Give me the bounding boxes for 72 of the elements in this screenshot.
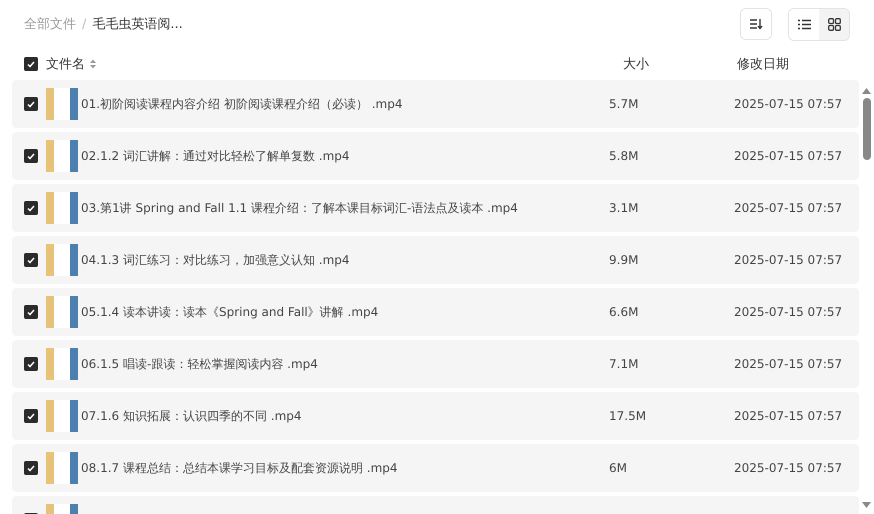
modified-date: 2025-07-15 07:57: [734, 409, 844, 423]
scrollbar-thumb[interactable]: [862, 98, 870, 160]
scroll-up-icon[interactable]: [862, 88, 871, 94]
file-name: 03.第1讲 Spring and Fall 1.1 课程介绍：了解本课目标词汇-语法点及读本 .mp4: [81, 200, 519, 216]
file-name: 06.1.5 唱读-跟读：轻松掌握阅读内容 .mp4: [81, 356, 319, 372]
file-size: 6.6M: [609, 305, 640, 319]
file-name: 04.1.3 词汇练习：对比练习，加强意义认知 .mp4: [81, 252, 351, 268]
column-header[interactable]: 修改日期: [737, 55, 849, 73]
grid-icon: [828, 18, 840, 30]
file-size: 3.1M: [609, 201, 640, 215]
modified-date: 2025-07-15 07:57: [734, 461, 844, 475]
file-row[interactable]: 07.1.6 知识拓展：认识四季的不同 .mp4 17.5M 2025-07-15 07:57: [12, 392, 859, 440]
video-thumbnail-placeholder: [46, 244, 78, 276]
video-thumbnail-placeholder: [46, 400, 78, 432]
video-thumbnail-placeholder: [46, 452, 78, 484]
check-icon: [27, 412, 35, 420]
file-name: 05.1.4 读本讲读：读本《Spring and Fall》讲解 .mp4: [81, 304, 380, 320]
video-thumbnail-placeholder: [46, 192, 78, 224]
check-icon: [27, 152, 35, 160]
video-thumbnail-placeholder: [46, 88, 78, 120]
sort-button[interactable]: [740, 8, 772, 40]
video-thumbnail-placeholder: [46, 140, 78, 172]
file-row[interactable]: 08.1.7 课程总结：总结本课学习目标及配套资源说明 .mp4 6M 2025-07-15 07:57: [12, 444, 859, 492]
column-header[interactable]: 大小: [623, 55, 737, 73]
row-checkbox[interactable]: [24, 305, 38, 319]
modified-date: 2025-07-15 07:57: [734, 149, 844, 163]
file-size: 7.1M: [609, 357, 640, 371]
modified-date: 2025-07-15 07:57: [734, 97, 844, 111]
check-icon: [27, 464, 35, 472]
file-size: 9.9M: [609, 253, 640, 267]
modified-date: 2025-07-15 07:57: [734, 201, 844, 215]
check-icon: [27, 204, 35, 212]
file-row[interactable]: 01.初阶阅读课程内容介绍 初阶阅读课程介绍（必读） .mp4 5.7M 2025-07-15 07:57: [12, 80, 859, 128]
breadcrumb-separator: /: [82, 16, 86, 32]
check-icon: [27, 360, 35, 368]
row-checkbox[interactable]: [24, 97, 38, 111]
row-checkbox[interactable]: [24, 461, 38, 475]
file-row[interactable]: 05.1.4 读本讲读：读本《Spring and Fall》讲解 .mp4 6.6M 2025-07-15 07:57: [12, 288, 859, 336]
file-name: 01.初阶阅读课程内容介绍 初阶阅读课程介绍（必读） .mp4: [81, 96, 404, 112]
file-row[interactable]: 03.第1讲 Spring and Fall 1.1 课程介绍：了解本课目标词汇-语法点及读本 .mp4 3.1M 2025-07-15 07:57: [12, 184, 859, 232]
video-thumbnail-placeholder: [46, 296, 78, 328]
row-checkbox[interactable]: [24, 149, 38, 163]
modified-date: 2025-07-15 07:57: [734, 305, 844, 319]
select-all-checkbox[interactable]: [24, 57, 38, 71]
grid-view-button[interactable]: [819, 8, 849, 40]
list-icon: [798, 18, 810, 30]
file-row[interactable]: 04.1.3 词汇练习：对比练习，加强意义认知 .mp4 9.9M 2025-07-15 07:57: [12, 236, 859, 284]
sort-arrows-icon[interactable]: [90, 59, 96, 69]
scroll-down-icon[interactable]: [862, 502, 871, 508]
breadcrumb-item[interactable]: 毛毛虫英语阅...: [92, 15, 183, 33]
file-size: 5.7M: [609, 97, 640, 111]
row-checkbox[interactable]: [24, 253, 38, 267]
check-icon: [27, 100, 35, 108]
check-icon: [27, 60, 35, 68]
modified-date: 2025-07-15 07:57: [734, 357, 844, 371]
file-name: 07.1.6 知识拓展：认识四季的不同 .mp4: [81, 408, 303, 424]
file-name: 02.1.2 词汇讲解：通过对比轻松了解单复数 .mp4: [81, 148, 351, 164]
file-size: 6M: [609, 461, 628, 475]
column-header[interactable]: 文件名: [46, 55, 85, 73]
check-icon: [27, 256, 35, 264]
file-size: 17.5M: [609, 409, 648, 423]
sort-icon: [749, 18, 763, 30]
modified-date: 2025-07-15 07:57: [734, 253, 844, 267]
row-checkbox[interactable]: [24, 201, 38, 215]
file-name: 08.1.7 课程总结：总结本课学习目标及配套资源说明 .mp4: [81, 460, 399, 476]
file-row[interactable]: 02.1.2 词汇讲解：通过对比轻松了解单复数 .mp4 5.8M 2025-07-15 07:57: [12, 132, 859, 180]
file-row[interactable]: 06.1.5 唱读-跟读：轻松掌握阅读内容 .mp4 7.1M 2025-07-15 07:57: [12, 340, 859, 388]
check-icon: [27, 308, 35, 316]
video-thumbnail-placeholder: [46, 348, 78, 380]
row-checkbox[interactable]: [24, 409, 38, 423]
file-size: 5.8M: [609, 149, 640, 163]
row-checkbox[interactable]: [24, 357, 38, 371]
